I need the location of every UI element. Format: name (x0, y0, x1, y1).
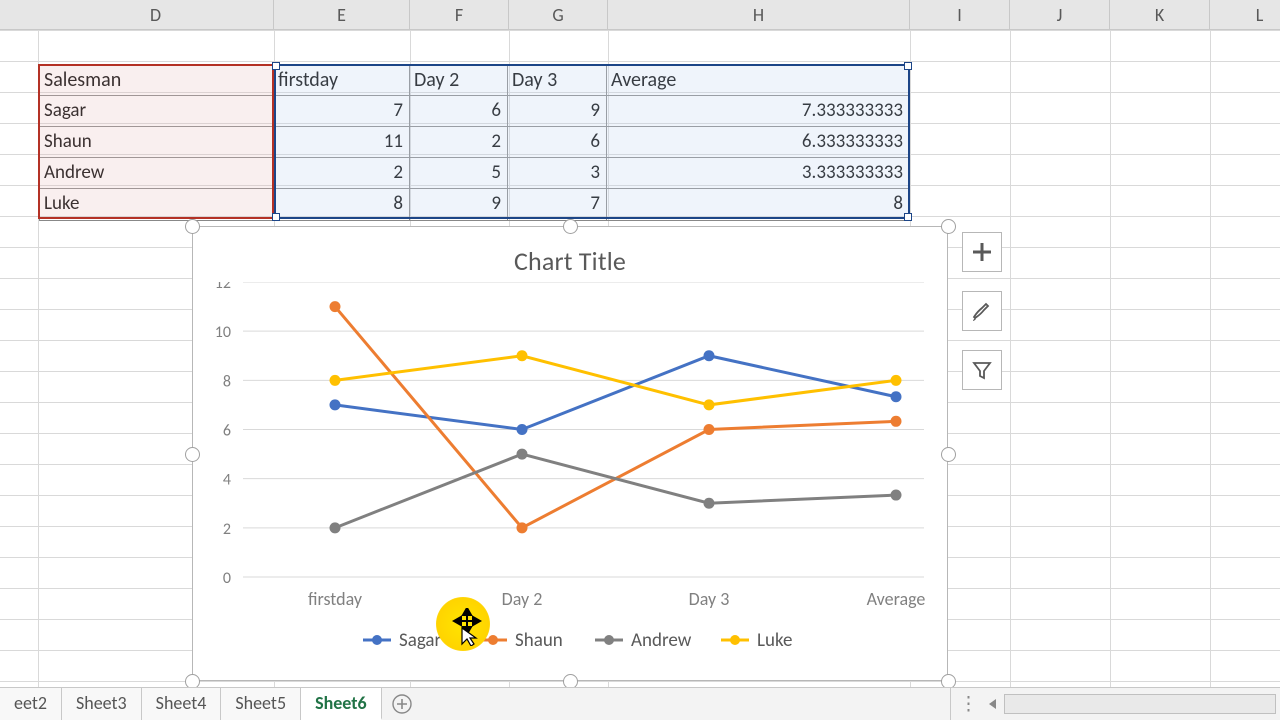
svg-text:10: 10 (215, 323, 231, 342)
column-header-D[interactable]: D (38, 0, 274, 29)
header-day3[interactable]: Day 3 (508, 65, 607, 96)
column-header-G[interactable]: G (509, 0, 608, 29)
filter-icon (971, 359, 993, 381)
chart-object[interactable]: Chart Title 0 2 4 6 8 10 12 firstday Day 2 Day 3 A… (192, 226, 948, 681)
svg-text:Sagar: Sagar (399, 629, 442, 652)
move-cursor-icon (452, 608, 482, 652)
svg-text:2: 2 (223, 520, 231, 539)
sheet-tab[interactable]: Sheet3 (62, 688, 142, 720)
column-header-J[interactable]: J (1010, 0, 1110, 29)
cell-average[interactable]: 3.333333333 (607, 158, 909, 189)
chart-resize-handle[interactable] (941, 447, 956, 462)
svg-text:8: 8 (223, 372, 231, 391)
cell-average[interactable]: 6.333333333 (607, 127, 909, 158)
chart-resize-handle[interactable] (185, 447, 200, 462)
svg-text:firstday: firstday (308, 588, 363, 610)
header-salesman[interactable]: Salesman (40, 65, 274, 96)
table-row: Sagar7697.333333333 (40, 96, 909, 127)
svg-text:Day 2: Day 2 (502, 588, 543, 610)
chart-title[interactable]: Chart Title (193, 227, 947, 277)
svg-text:Luke: Luke (757, 629, 792, 652)
chart-resize-handle[interactable] (941, 219, 956, 234)
cell-average[interactable]: 8 (607, 189, 909, 220)
chart-resize-handle[interactable] (185, 219, 200, 234)
cell-value[interactable]: 7 (508, 189, 607, 220)
chart-side-buttons (962, 232, 1002, 390)
table-row: Andrew2533.333333333 (40, 158, 909, 189)
column-header-E[interactable]: E (274, 0, 410, 29)
cell-name[interactable]: Shaun (40, 127, 274, 158)
svg-text:Average: Average (867, 588, 926, 610)
sheet-tab[interactable]: Sheet4 (142, 688, 222, 720)
horizontal-scroll[interactable]: ⋮ (950, 688, 1280, 720)
svg-text:Andrew: Andrew (631, 629, 692, 652)
column-header-F[interactable]: F (410, 0, 509, 29)
sheet-tab[interactable]: Sheet5 (221, 688, 301, 720)
cell-average[interactable]: 7.333333333 (607, 96, 909, 127)
cell-value[interactable]: 3 (508, 158, 607, 189)
cell-value[interactable]: 9 (508, 96, 607, 127)
scroll-left-icon[interactable] (986, 697, 998, 711)
cell-value[interactable]: 2 (410, 127, 508, 158)
cell-value[interactable]: 11 (274, 127, 410, 158)
add-sheet-button[interactable] (382, 688, 422, 720)
scrollbar-track[interactable] (1004, 694, 1276, 714)
column-header-K[interactable]: K (1110, 0, 1210, 29)
table-row: Luke8978 (40, 189, 909, 220)
column-header-L[interactable]: L (1210, 0, 1280, 29)
cell-value[interactable]: 2 (274, 158, 410, 189)
header-firstday[interactable]: firstday (274, 65, 410, 96)
cell-name[interactable]: Sagar (40, 96, 274, 127)
cell-value[interactable]: 8 (274, 189, 410, 220)
sheet-tab[interactable]: Sheet6 (301, 688, 382, 720)
svg-text:4: 4 (223, 471, 231, 490)
more-icon: ⋮ (951, 693, 986, 716)
chart-plot-area[interactable]: 0 2 4 6 8 10 12 firstday Day 2 Day 3 Average Sagar S… (193, 282, 949, 662)
plus-circle-icon (392, 694, 412, 714)
cell-value[interactable]: 9 (410, 189, 508, 220)
svg-text:6: 6 (223, 422, 231, 441)
column-headers: DEFGHIJKL (0, 0, 1280, 30)
svg-text:12: 12 (215, 282, 231, 293)
chart-resize-handle[interactable] (563, 219, 578, 234)
table-header-row: Salesman firstday Day 2 Day 3 Average (40, 65, 909, 96)
cell-name[interactable]: Andrew (40, 158, 274, 189)
svg-text:0: 0 (223, 569, 231, 588)
sheet-tabs-bar: eet2Sheet3Sheet4Sheet5Sheet6 ⋮ (0, 687, 1280, 720)
data-table[interactable]: Salesman firstday Day 2 Day 3 Average Sa… (39, 64, 910, 221)
chart-styles-button[interactable] (962, 291, 1002, 331)
column-header-H[interactable]: H (608, 0, 910, 29)
brush-icon (971, 300, 993, 322)
cell-value[interactable]: 7 (274, 96, 410, 127)
header-day2[interactable]: Day 2 (410, 65, 508, 96)
chart-elements-button[interactable] (962, 232, 1002, 272)
header-average[interactable]: Average (607, 65, 909, 96)
svg-text:Day 3: Day 3 (689, 588, 730, 610)
cell-value[interactable]: 6 (410, 96, 508, 127)
column-header-I[interactable]: I (910, 0, 1010, 29)
cell-value[interactable]: 5 (410, 158, 508, 189)
cell-name[interactable]: Luke (40, 189, 274, 220)
chart-filters-button[interactable] (962, 350, 1002, 390)
svg-text:Shaun: Shaun (515, 629, 563, 652)
sheet-tab[interactable]: eet2 (0, 688, 62, 720)
cell-value[interactable]: 6 (508, 127, 607, 158)
table-row: Shaun11266.333333333 (40, 127, 909, 158)
plus-icon (971, 241, 993, 263)
